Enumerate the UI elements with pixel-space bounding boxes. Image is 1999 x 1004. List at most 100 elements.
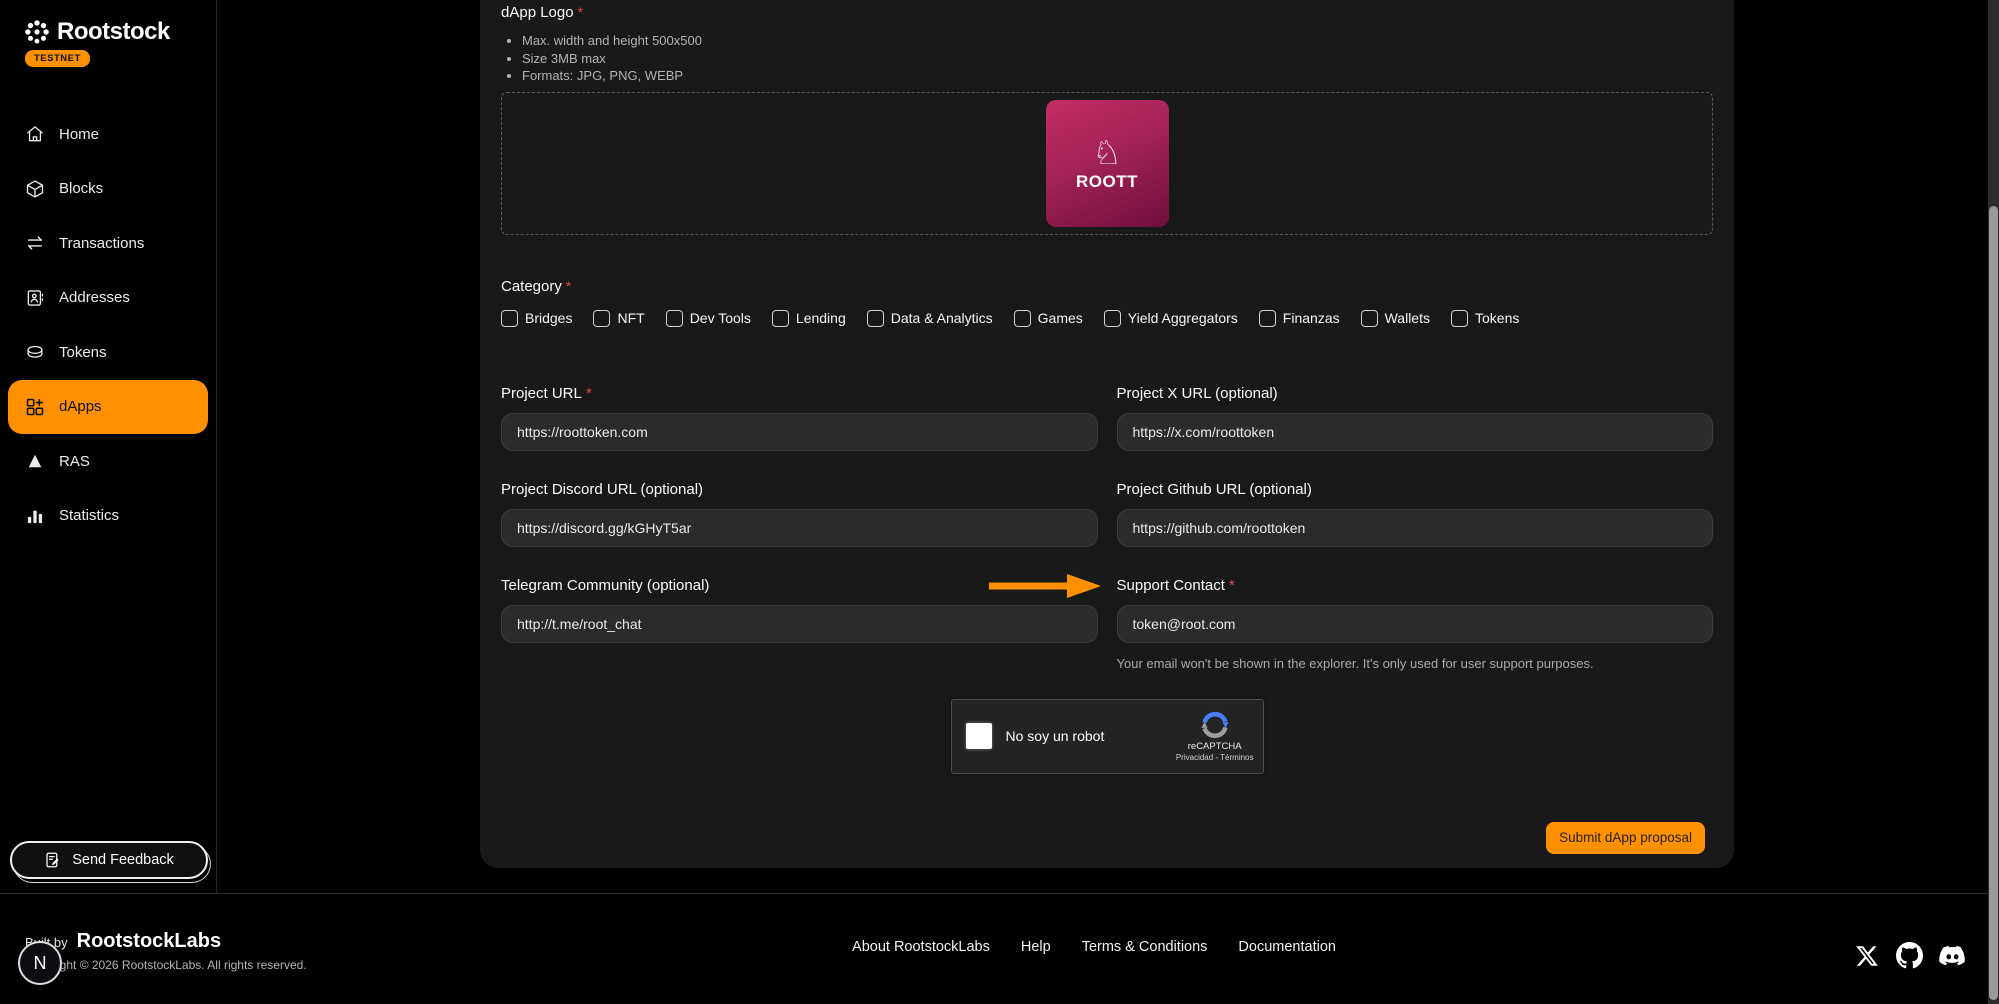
dapp-logo-label: dApp Logo* [501, 2, 1713, 23]
recaptcha-logo-icon [1200, 710, 1230, 740]
home-icon [25, 124, 45, 144]
project-x-url-field: Project X URL (optional) [1117, 384, 1714, 451]
footer: Built by RootstockLabs Copyright © 2026 … [0, 893, 1999, 1004]
sidebar-item-dapps[interactable]: dApps [8, 380, 208, 435]
send-feedback-button[interactable]: Send Feedback [10, 841, 208, 879]
discord-icon[interactable] [1939, 942, 1966, 969]
feedback-label: Send Feedback [72, 852, 174, 868]
category-option-lending[interactable]: Lending [772, 310, 846, 327]
project-url-field: Project URL* [501, 384, 1098, 451]
recaptcha-widget: No soy un robot reCAPTCHA Privacidad - T… [951, 699, 1264, 774]
sidebar-item-label: Addresses [59, 289, 130, 306]
submit-dapp-proposal-button[interactable]: Submit dApp proposal [1546, 822, 1705, 854]
addresses-icon [25, 288, 45, 308]
category-option-wallets[interactable]: Wallets [1361, 310, 1430, 327]
recaptcha-label: No soy un robot [1006, 728, 1105, 744]
required-asterisk: * [1229, 577, 1235, 594]
project-url-label: Project URL* [501, 384, 1098, 404]
rootstock-logo[interactable]: Rootstock [24, 18, 170, 46]
required-asterisk: * [566, 278, 571, 294]
tokens-icon [25, 342, 45, 362]
logo-requirement: Size 3MB max [522, 50, 1713, 68]
submit-row: Submit dApp proposal [501, 822, 1713, 854]
testnet-badge: TESTNET [25, 50, 90, 67]
checkbox-icon [1014, 310, 1031, 327]
github-icon[interactable] [1896, 942, 1923, 969]
footer-link-about[interactable]: About RootstockLabs [852, 939, 990, 955]
sidebar-item-ras[interactable]: RAS [8, 434, 208, 489]
statistics-icon [25, 506, 45, 526]
x-icon[interactable] [1853, 942, 1880, 969]
category-options: Bridges NFT Dev Tools Lending Data & Ana… [501, 310, 1713, 327]
sidebar-item-blocks[interactable]: Blocks [8, 162, 208, 217]
knight-chess-icon: ♘ [1092, 135, 1122, 171]
checkbox-icon [772, 310, 789, 327]
checkbox-icon [593, 310, 610, 327]
project-x-url-input[interactable] [1117, 413, 1714, 451]
brand-name: Rootstock [57, 18, 170, 46]
logo-requirements-list: Max. width and height 500x500 Size 3MB m… [501, 32, 1713, 85]
orange-arrow-annotation [989, 574, 1101, 598]
recaptcha-privacy-links[interactable]: Privacidad - Términos [1176, 753, 1254, 762]
sidebar-item-tokens[interactable]: Tokens [8, 325, 208, 380]
checkbox-icon [1104, 310, 1121, 327]
sidebar-item-addresses[interactable]: Addresses [8, 271, 208, 326]
sidebar: Rootstock TESTNET Home Blocks Transactio… [0, 0, 217, 893]
dapp-proposal-form-panel: dApp Logo* Max. width and height 500x500… [480, 0, 1734, 868]
telegram-community-input[interactable] [501, 605, 1098, 643]
sidebar-item-label: Statistics [59, 507, 119, 524]
recaptcha-brand-text: reCAPTCHA [1188, 741, 1242, 752]
project-discord-url-input[interactable] [501, 509, 1098, 547]
recaptcha-branding: reCAPTCHA Privacidad - Términos [1176, 710, 1254, 762]
checkbox-icon [501, 310, 518, 327]
ras-icon [25, 451, 45, 471]
category-option-nft[interactable]: NFT [593, 310, 644, 327]
footer-link-documentation[interactable]: Documentation [1238, 939, 1336, 955]
sidebar-item-transactions[interactable]: Transactions [8, 216, 208, 271]
rootstock-flower-icon [24, 19, 50, 45]
support-contact-input[interactable] [1117, 605, 1714, 643]
project-github-url-field: Project Github URL (optional) [1117, 480, 1714, 547]
feedback-form-icon [44, 851, 62, 869]
support-contact-field: Support Contact* Your email won't be sho… [1117, 576, 1714, 671]
support-contact-helper-text: Your email won't be shown in the explore… [1117, 656, 1714, 671]
sidebar-nav: Home Blocks Transactions Addresses Token… [8, 107, 208, 543]
sidebar-item-label: dApps [59, 398, 102, 415]
footer-brand[interactable]: RootstockLabs [77, 930, 221, 953]
footer-link-help[interactable]: Help [1021, 939, 1051, 955]
project-discord-url-field: Project Discord URL (optional) [501, 480, 1098, 547]
sidebar-item-home[interactable]: Home [8, 107, 208, 162]
project-github-url-label: Project Github URL (optional) [1117, 480, 1714, 500]
support-contact-label: Support Contact* [1117, 576, 1714, 596]
project-x-url-label: Project X URL (optional) [1117, 384, 1714, 404]
uploaded-logo-preview[interactable]: ♘ ROOTT [1046, 100, 1169, 227]
category-option-bridges[interactable]: Bridges [501, 310, 572, 327]
category-option-finanzas[interactable]: Finanzas [1259, 310, 1340, 327]
project-discord-url-label: Project Discord URL (optional) [501, 480, 1098, 500]
logo-requirement: Formats: JPG, PNG, WEBP [522, 67, 1713, 85]
category-label: Category* [501, 276, 1713, 297]
n-overlay-badge[interactable]: N [18, 941, 62, 985]
category-option-yield-aggregators[interactable]: Yield Aggregators [1104, 310, 1238, 327]
project-url-input[interactable] [501, 413, 1098, 451]
project-github-url-input[interactable] [1117, 509, 1714, 547]
checkbox-icon [1259, 310, 1276, 327]
footer-social-icons [1853, 942, 1966, 969]
category-option-tokens[interactable]: Tokens [1451, 310, 1519, 327]
footer-link-terms[interactable]: Terms & Conditions [1082, 939, 1208, 955]
recaptcha-checkbox[interactable] [966, 723, 992, 749]
copyright-text: Copyright © 2026 RootstockLabs. All righ… [25, 958, 307, 972]
checkbox-icon [666, 310, 683, 327]
category-option-data-analytics[interactable]: Data & Analytics [867, 310, 993, 327]
logo-preview-text: ROOTT [1076, 172, 1138, 192]
required-asterisk: * [578, 4, 583, 20]
checkbox-icon [1451, 310, 1468, 327]
transactions-icon [25, 233, 45, 253]
category-option-dev-tools[interactable]: Dev Tools [666, 310, 751, 327]
sidebar-item-label: Home [59, 126, 99, 143]
sidebar-item-statistics[interactable]: Statistics [8, 489, 208, 544]
required-asterisk: * [586, 385, 592, 402]
scrollbar-thumb[interactable] [1989, 206, 1998, 1000]
category-option-games[interactable]: Games [1014, 310, 1083, 327]
logo-upload-dropzone[interactable]: ♘ ROOTT [501, 92, 1713, 235]
